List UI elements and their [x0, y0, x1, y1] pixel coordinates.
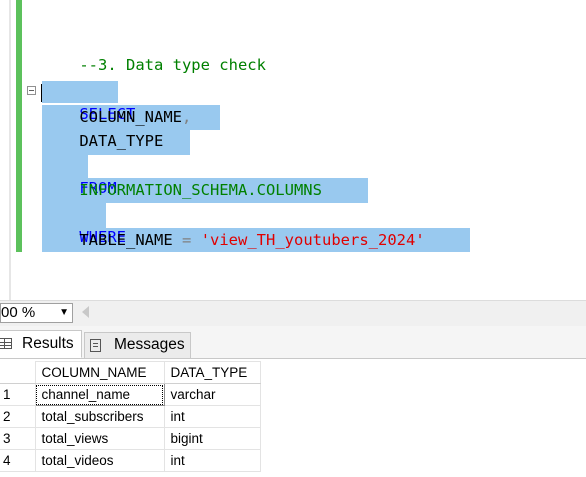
- change-tracking-bar: [16, 0, 22, 252]
- row-number[interactable]: 3: [0, 427, 36, 450]
- tab-messages-label: Messages: [114, 336, 185, 353]
- table-row: 2 total_subscribers int: [0, 405, 261, 428]
- condition-column: TABLE_NAME: [79, 231, 173, 249]
- code-line-comment: --3. Data type check: [42, 32, 266, 74]
- scroll-left-arrow-icon[interactable]: [82, 306, 89, 318]
- sql-comment: --3. Data type check: [79, 56, 266, 74]
- grid-icon: [0, 338, 12, 349]
- tab-results[interactable]: Results: [0, 330, 82, 358]
- table-cell[interactable]: int: [163, 405, 261, 428]
- code-line-select: SELECT: [42, 81, 135, 123]
- code-line-from: FROM: [42, 155, 116, 197]
- header-row: COLUMN_NAME DATA_TYPE: [0, 361, 261, 384]
- table-cell[interactable]: bigint: [163, 427, 261, 450]
- table-cell[interactable]: int: [163, 449, 261, 472]
- table-cell[interactable]: total_subscribers: [34, 405, 165, 428]
- table-row: 3 total_views bigint: [0, 427, 261, 450]
- row-header-corner[interactable]: [0, 361, 36, 384]
- table-cell[interactable]: channel_name: [34, 383, 165, 406]
- tab-results-label: Results: [22, 335, 74, 352]
- code-line-column2: DATA_TYPE: [42, 130, 163, 152]
- results-tab-bar: Results Messages: [0, 326, 586, 359]
- results-grid[interactable]: COLUMN_NAME DATA_TYPE 1 channel_name var…: [0, 359, 586, 477]
- query-editor[interactable]: --3. Data type check SELECT COLUMN_NAME,…: [0, 0, 586, 300]
- code-line-condition: TABLE_NAME = 'view_TH_youtubers_2024': [42, 229, 425, 251]
- column-identifier: DATA_TYPE: [79, 132, 164, 150]
- tab-messages[interactable]: Messages: [84, 332, 191, 358]
- table-row: 1 channel_name varchar: [0, 383, 261, 406]
- row-number[interactable]: 4: [0, 449, 36, 472]
- zoom-dropdown[interactable]: 00 % ▼: [0, 303, 73, 323]
- results-table: COLUMN_NAME DATA_TYPE 1 channel_name var…: [0, 361, 261, 472]
- row-number[interactable]: 1: [0, 383, 36, 406]
- messages-icon: [90, 339, 101, 352]
- code-line-where: WHERE: [42, 204, 126, 246]
- column-header[interactable]: DATA_TYPE: [163, 361, 261, 384]
- column-identifier: COLUMN_NAME: [79, 108, 182, 126]
- collapse-toggle[interactable]: [27, 86, 36, 95]
- dropdown-arrow-icon: ▼: [59, 307, 69, 318]
- source-view: INFORMATION_SCHEMA.COLUMNS: [79, 181, 322, 199]
- column-header[interactable]: COLUMN_NAME: [34, 361, 165, 384]
- table-cell[interactable]: total_videos: [34, 449, 165, 472]
- code-line-source: INFORMATION_SCHEMA.COLUMNS: [42, 179, 322, 201]
- table-cell[interactable]: varchar: [163, 383, 261, 406]
- editor-status-strip: 00 % ▼: [0, 300, 586, 326]
- equals-operator: =: [182, 231, 192, 249]
- zoom-value: 00 %: [1, 304, 36, 321]
- editor-margin: [9, 0, 11, 300]
- string-literal: 'view_TH_youtubers_2024': [200, 231, 425, 249]
- table-cell[interactable]: total_views: [34, 427, 165, 450]
- table-row: 4 total_videos int: [0, 449, 261, 472]
- comma: ,: [181, 108, 192, 126]
- row-number[interactable]: 2: [0, 405, 36, 428]
- code-line-column1: COLUMN_NAME,: [42, 106, 191, 128]
